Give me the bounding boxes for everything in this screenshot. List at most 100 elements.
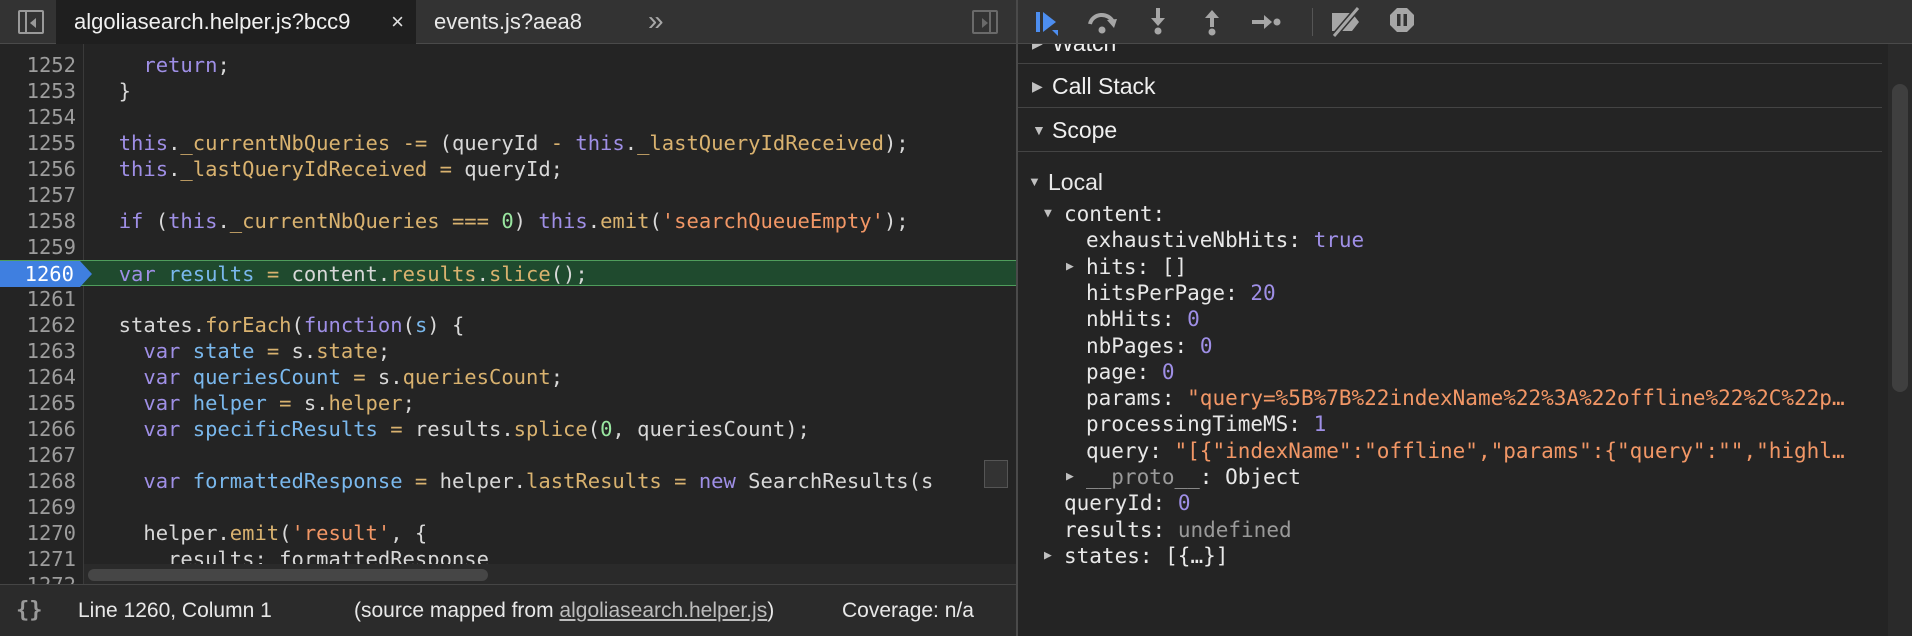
property-value: 0 <box>1161 359 1175 384</box>
tab-events[interactable]: events.js?aea8 <box>416 0 612 44</box>
more-tabs-icon[interactable]: » <box>648 0 664 44</box>
watch-label: Watch <box>1052 44 1116 56</box>
property-key: hits <box>1086 254 1137 279</box>
scope-label: Scope <box>1052 117 1118 143</box>
editor-status-bar: {} Line 1260, Column 1 (source mapped fr… <box>0 584 1016 636</box>
line-number[interactable]: 1269 <box>0 494 76 520</box>
property-separator: : <box>1161 386 1188 411</box>
step-over-icon[interactable] <box>1080 0 1124 44</box>
local-label: Local <box>1048 169 1103 195</box>
line-number[interactable]: 1255 <box>0 130 76 156</box>
collapsed-triangle-icon: ▶ <box>1032 44 1043 56</box>
source-map-link[interactable]: algoliasearch.helper.js <box>559 599 767 622</box>
step-into-icon[interactable] <box>1136 0 1180 44</box>
pretty-print-icon[interactable]: {} <box>16 585 43 636</box>
line-number[interactable]: 1271 <box>0 546 76 572</box>
line-number[interactable]: 1267 <box>0 442 76 468</box>
code-text: this._lastQueryIdReceived = queryId; <box>118 157 564 181</box>
vertical-scrollbar[interactable] <box>1888 44 1912 636</box>
expanded-triangle-icon[interactable]: ▼ <box>1044 198 1064 230</box>
code-line: 1258 if (this._currentNbQueries === 0) t… <box>0 208 1016 234</box>
code-line: 1268 var formattedResponse = helper.last… <box>0 468 1016 494</box>
code-line: 1269 <box>0 494 1016 520</box>
code-line: 1252 return; <box>0 52 1016 78</box>
property-separator: : <box>1225 280 1251 305</box>
line-number[interactable]: 1256 <box>0 156 76 182</box>
local-scope-header[interactable]: ▼ Local <box>1028 166 1103 198</box>
line-number[interactable]: 1257 <box>0 182 76 208</box>
line-number[interactable]: 1268 <box>0 468 76 494</box>
line-number[interactable]: 1261 <box>0 286 76 312</box>
property-value: 0 <box>1187 307 1200 332</box>
property-key: states <box>1064 543 1140 568</box>
code-line: 1265 var helper = s.helper; <box>0 390 1016 416</box>
code-line: 1253 } <box>0 78 1016 104</box>
line-number[interactable]: 1252 <box>0 52 76 78</box>
property-key: nbHits <box>1086 307 1162 332</box>
scrollbar-thumb[interactable] <box>88 569 488 581</box>
watch-section-header[interactable]: ▶ Watch <box>1018 44 1882 64</box>
property-separator: : <box>1199 465 1226 489</box>
deactivate-breakpoints-icon[interactable] <box>1324 0 1368 44</box>
line-number[interactable]: 1253 <box>0 78 76 104</box>
resume-icon[interactable] <box>1024 0 1068 44</box>
property-separator: : <box>1152 491 1178 516</box>
line-number[interactable]: 1263 <box>0 338 76 364</box>
breakpoint-marker[interactable]: 1260 <box>0 261 92 287</box>
debugger-panes[interactable]: ▶ Watch ▶ Call Stack ▼ Scope ▼Local ▼con… <box>1018 44 1882 636</box>
code-line: 1270 helper.emit('result', { <box>0 520 1016 546</box>
property-key: page <box>1086 359 1137 384</box>
property-key: queryId <box>1064 491 1153 516</box>
property-separator: : <box>1139 543 1166 568</box>
call-stack-section-header[interactable]: ▶ Call Stack <box>1018 64 1882 108</box>
code-text: var helper = s.helper; <box>143 391 415 415</box>
toggle-debugger-icon[interactable] <box>972 10 998 34</box>
toolbar-separator <box>1312 8 1313 36</box>
property-key: hitsPerPage <box>1086 280 1226 305</box>
collapsed-triangle-icon[interactable]: ▶ <box>1044 540 1064 572</box>
tab-algoliasearch-helper[interactable]: algoliasearch.helper.js?bcc9 × <box>56 0 416 44</box>
code-text: if (this._currentNbQueries === 0) this.e… <box>118 209 909 233</box>
pause-on-exceptions-icon[interactable] <box>1380 0 1424 44</box>
call-stack-label: Call Stack <box>1052 73 1156 99</box>
step-icon[interactable] <box>1244 0 1288 44</box>
close-tab-icon[interactable]: × <box>391 0 404 44</box>
code-line: 1259 <box>0 234 1016 260</box>
scope-property-states[interactable]: ▶ states: [{…}] <box>1044 540 1228 572</box>
code-line: 1262 states.forEach(function(s) { <box>0 312 1016 338</box>
expanded-triangle-icon: ▼ <box>1032 122 1046 138</box>
line-number[interactable]: 1254 <box>0 104 76 130</box>
toggle-navigator-icon[interactable] <box>18 10 44 34</box>
code-line: 1257 <box>0 182 1016 208</box>
code-line: 1261 <box>0 286 1016 312</box>
property-separator: : <box>1161 307 1188 332</box>
code-text: states.forEach(function(s) { <box>94 313 465 337</box>
code-text: var formattedResponse = helper.lastResul… <box>143 469 934 493</box>
line-number[interactable]: 1270 <box>0 520 76 546</box>
line-number[interactable]: 1265 <box>0 390 76 416</box>
property-value: "[{"indexName":"offline","params":{"quer… <box>1174 438 1845 463</box>
scope-section-header[interactable]: ▼ Scope <box>1018 108 1882 152</box>
property-value: [{…}] <box>1165 543 1229 568</box>
line-number[interactable]: 1262 <box>0 312 76 338</box>
step-out-icon[interactable] <box>1190 0 1234 44</box>
line-number[interactable]: 1259 <box>0 234 76 260</box>
property-value: 20 <box>1250 280 1276 305</box>
code-text: var queriesCount = s.queriesCount; <box>143 365 564 389</box>
code-text: var state = s.state; <box>143 339 391 363</box>
line-number[interactable]: 1272 <box>0 572 76 584</box>
code-line: 1255 this._currentNbQueries -= (queryId … <box>0 130 1016 156</box>
line-number[interactable]: 1264 <box>0 364 76 390</box>
code-editor[interactable]: 1252 return; 1253 } 1254 1255 this._current… <box>0 44 1016 584</box>
scrollbar-thumb[interactable] <box>1892 84 1908 392</box>
line-number[interactable]: 1258 <box>0 208 76 234</box>
property-key: results <box>1064 517 1153 542</box>
tab-label: events.js?aea8 <box>434 9 582 34</box>
code-line: 1267 <box>0 442 1016 468</box>
property-key: __proto__ <box>1086 465 1200 489</box>
horizontal-scrollbar[interactable] <box>84 564 1016 584</box>
code-text: var results = content.results.slice(); <box>118 262 588 286</box>
code-line: 1256 this._lastQueryIdReceived = queryId… <box>0 156 1016 182</box>
line-number[interactable]: 1266 <box>0 416 76 442</box>
code-text: return; <box>143 53 230 77</box>
